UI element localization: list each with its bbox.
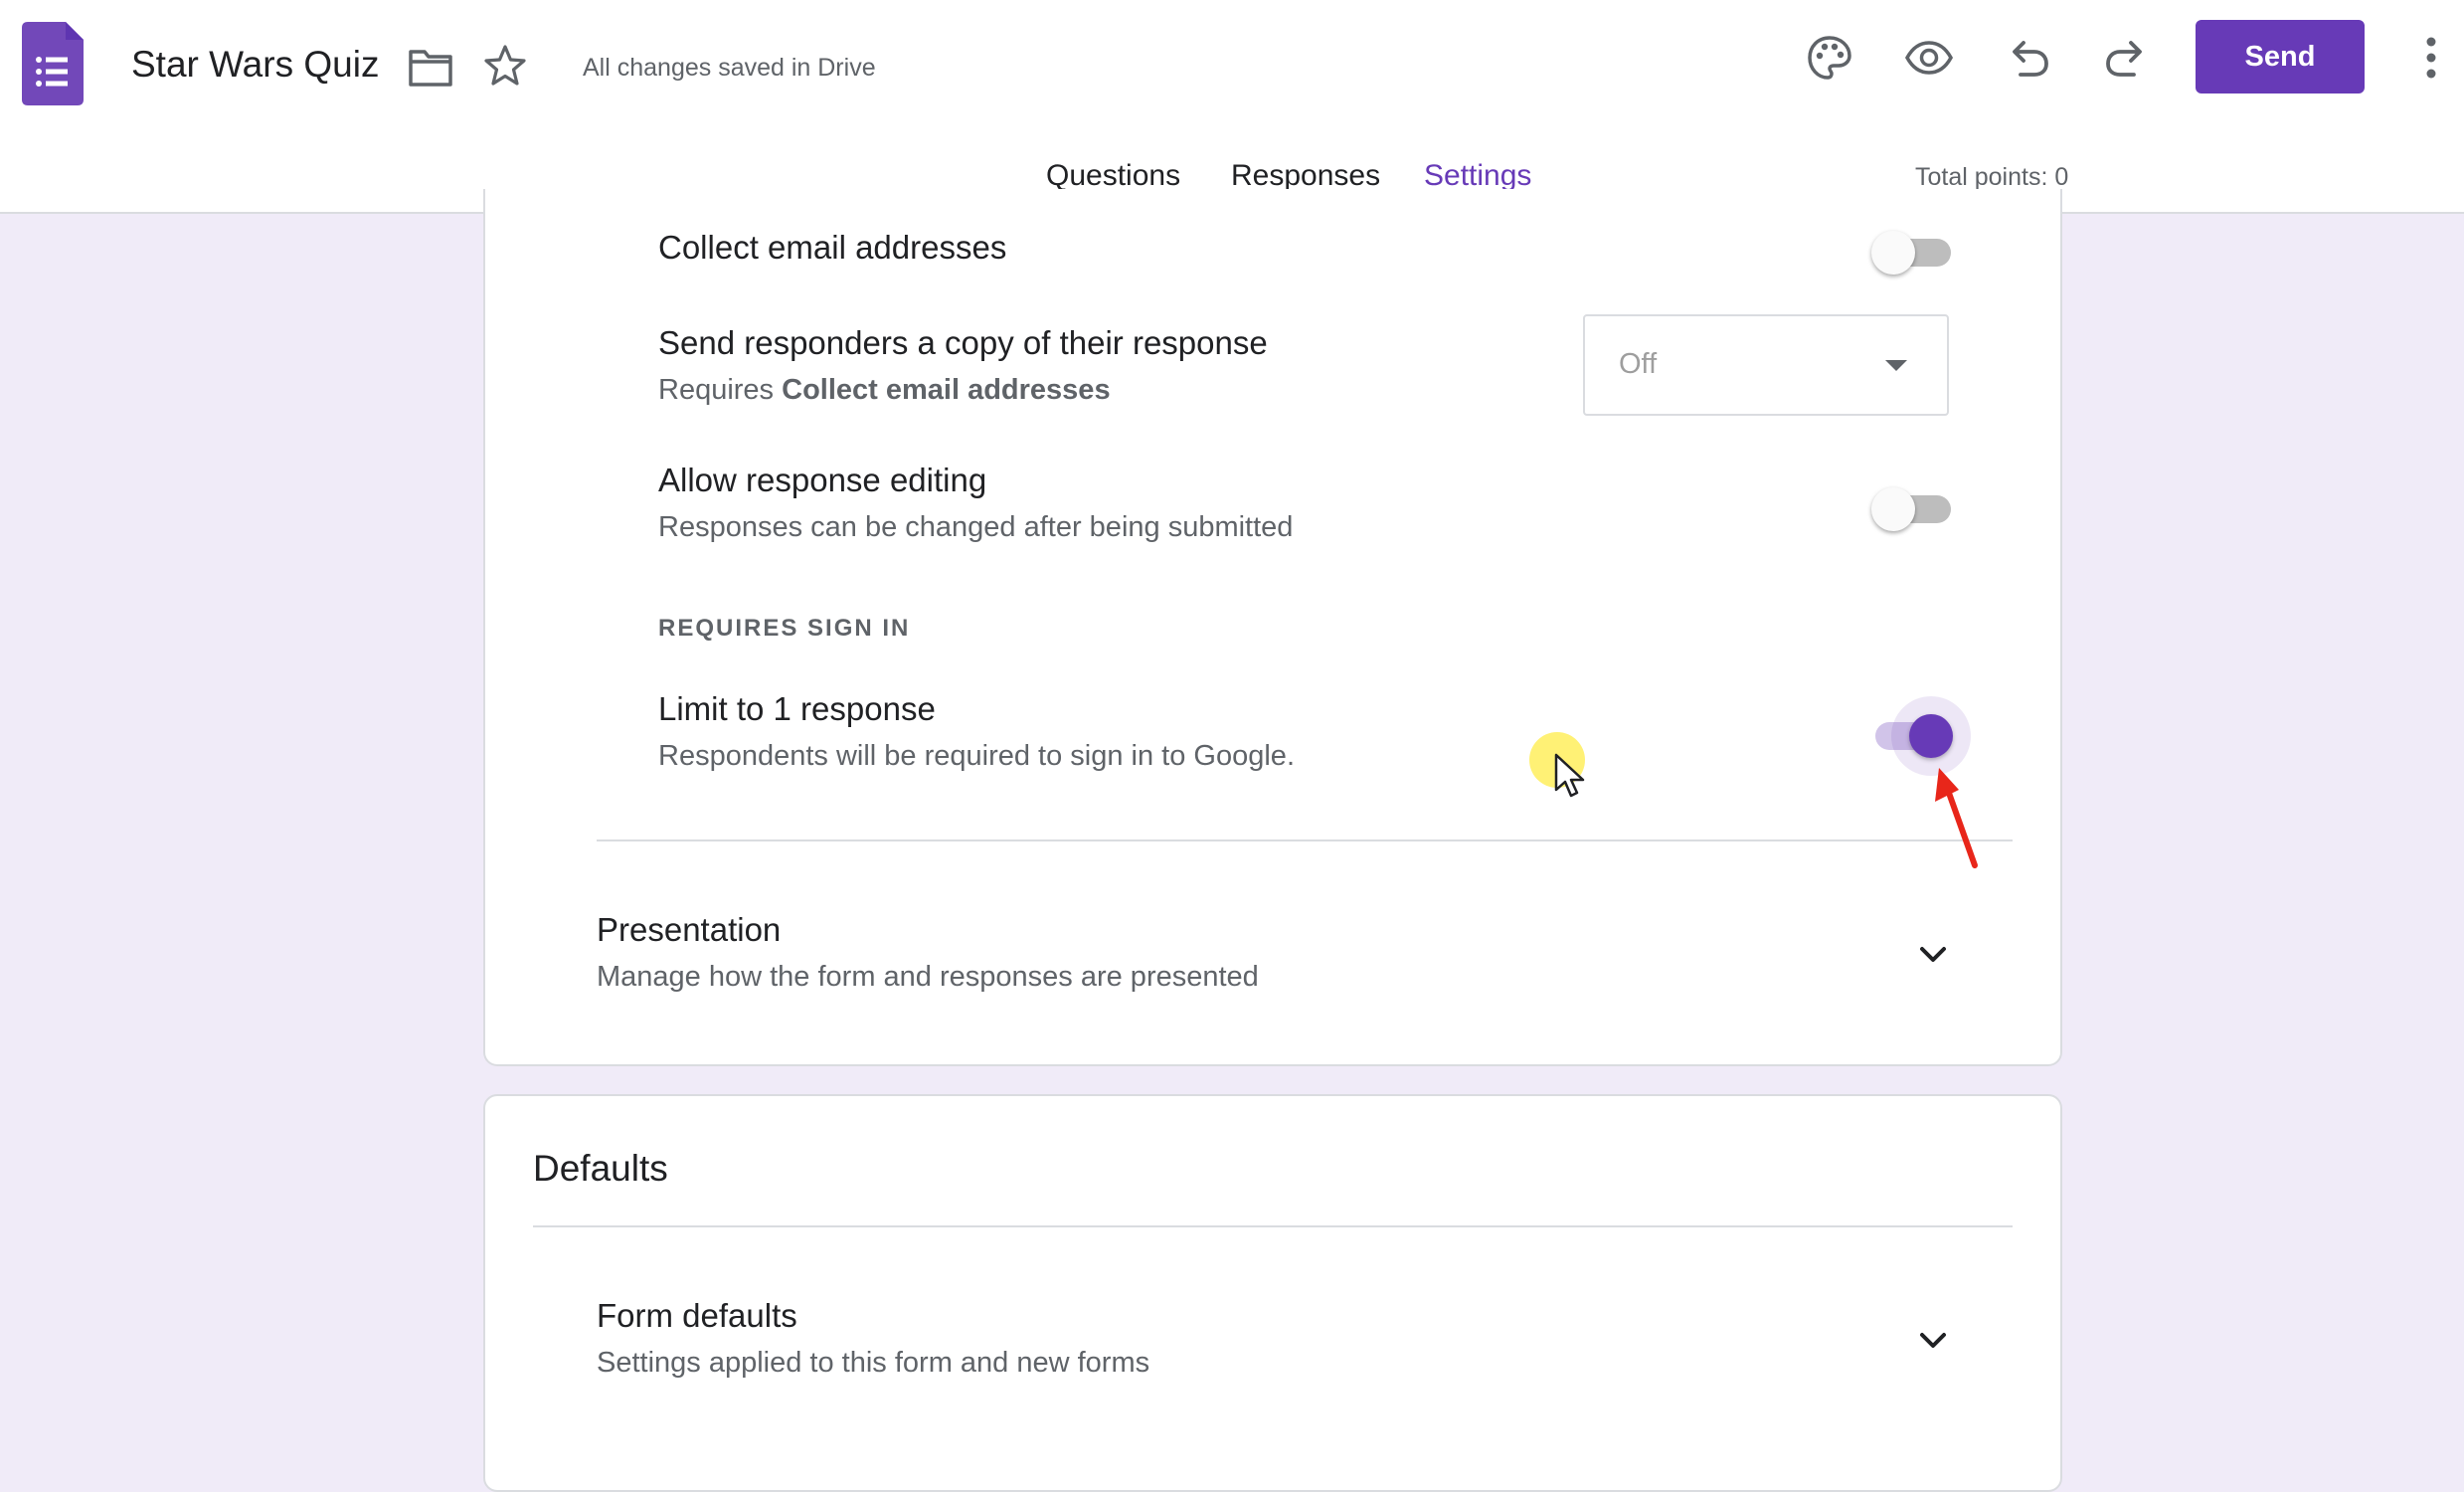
more-vert-icon[interactable] [2418,32,2444,84]
dropdown-caret-icon [1885,360,1907,371]
star-icon[interactable] [483,44,527,88]
defaults-divider [533,1225,2013,1227]
form-defaults-desc: Settings applied to this form and new fo… [597,1347,1150,1379]
defaults-card: Defaults Form defaults Settings applied … [483,1094,2062,1492]
document-title[interactable]: Star Wars Quiz [131,44,379,86]
defaults-title: Defaults [533,1148,668,1189]
total-points: Total points: 0 [1915,163,2069,191]
tab-responses[interactable]: Responses [1231,159,1380,193]
app-header: Star Wars Quiz All changes saved in Driv… [0,0,2464,214]
limit-one-desc: Respondents will be required to sign in … [658,740,1295,772]
limit-one-toggle[interactable] [1871,712,1953,758]
mouse-cursor-icon [1554,753,1585,798]
allow-editing-desc: Responses can be changed after being sub… [658,511,1294,543]
presentation-desc: Manage how the form and responses are pr… [597,961,1259,993]
save-status: All changes saved in Drive [583,54,876,82]
eye-icon[interactable] [1905,34,1953,82]
allow-editing-toggle[interactable] [1871,485,1953,531]
send-copy-desc-prefix: Requires [658,374,783,406]
forms-logo-icon[interactable] [22,22,84,105]
toggle-knob [1871,231,1915,275]
toggle-knob [1871,487,1915,531]
undo-icon[interactable] [2005,34,2052,82]
section-divider [597,839,2013,841]
send-copy-desc: Requires Collect email addresses [658,374,1111,407]
limit-one-title: Limit to 1 response [658,690,936,727]
tab-questions[interactable]: Questions [1046,159,1180,193]
send-copy-select[interactable]: Off [1583,314,1949,416]
collect-email-title: Collect email addresses [658,229,1007,266]
allow-editing-title: Allow response editing [658,462,987,498]
send-copy-title: Send responders a copy of their response [658,324,1268,361]
send-copy-select-value: Off [1619,348,1658,380]
redo-icon[interactable] [2102,34,2150,82]
send-button[interactable]: Send [2196,20,2365,93]
form-defaults-title[interactable]: Form defaults [597,1297,797,1335]
chevron-down-icon[interactable] [1913,1321,1953,1361]
red-arrow-annotation-icon [1935,768,1978,868]
send-copy-desc-bold: Collect email addresses [782,374,1111,406]
presentation-title[interactable]: Presentation [597,911,781,949]
collect-email-toggle[interactable] [1871,229,1953,275]
tab-settings[interactable]: Settings [1424,159,1531,193]
requires-sign-in-label: REQUIRES SIGN IN [658,615,911,642]
folder-icon[interactable] [408,48,453,88]
palette-icon[interactable] [1806,34,1853,82]
toggle-knob [1909,714,1953,758]
chevron-down-icon[interactable] [1913,935,1953,975]
